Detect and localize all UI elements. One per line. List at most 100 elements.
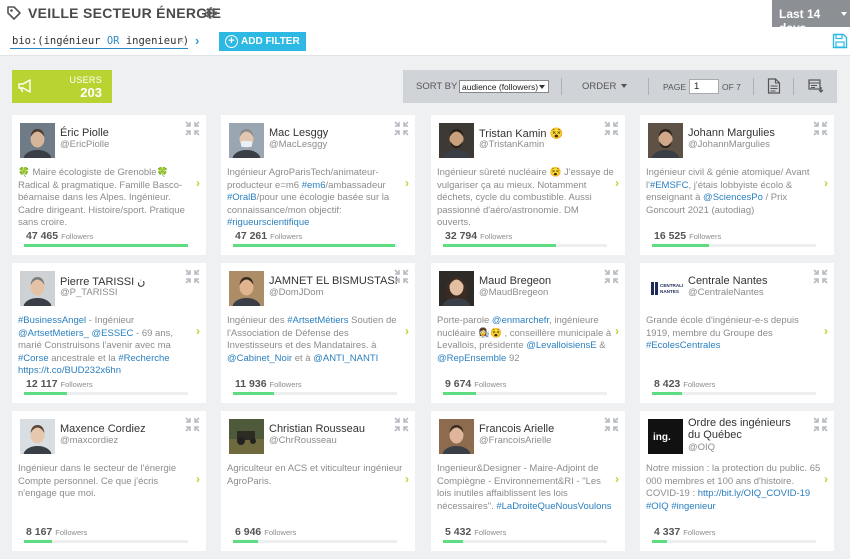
add-filter-button[interactable]: + ADD FILTER xyxy=(219,32,306,51)
bio-link[interactable]: #ArtsetMétiers xyxy=(287,315,348,326)
bio-link[interactable]: @RepEnsemble xyxy=(437,353,506,364)
bio-link[interactable]: #rigueurscientifique xyxy=(227,217,309,228)
chevron-right-icon[interactable]: › xyxy=(405,324,409,338)
bio-link[interactable]: #BusinessAngel xyxy=(18,315,86,326)
avatar[interactable] xyxy=(229,271,264,306)
user-handle[interactable]: @maxcordiez xyxy=(60,435,118,446)
expand-icon[interactable] xyxy=(394,417,409,432)
bio-link[interactable]: #OIQ xyxy=(646,501,669,512)
sort-select[interactable]: audience (followers) xyxy=(459,80,549,93)
run-search-icon[interactable]: › xyxy=(195,33,199,48)
bio-link[interactable]: #em6 xyxy=(302,180,326,191)
expand-icon[interactable] xyxy=(185,417,200,432)
user-name[interactable]: Francois Arielle xyxy=(479,423,554,435)
bio-link[interactable]: @enmarchefr xyxy=(492,315,549,326)
bio-link[interactable]: @SciencesPo xyxy=(703,192,763,203)
user-card[interactable]: Pierre TARISSI ن @P_TARISSI #BusinessAngel… xyxy=(12,263,206,403)
chevron-right-icon[interactable]: › xyxy=(824,176,828,190)
avatar[interactable] xyxy=(229,419,264,454)
user-card[interactable]: ing. Ordre des ingénieurs du Québec @OIQ No… xyxy=(640,411,834,551)
download-icon[interactable] xyxy=(808,78,824,94)
expand-icon[interactable] xyxy=(604,417,619,432)
user-card[interactable]: JAMNET EL BISMUSTASI @DomJDom Ingénieur de… xyxy=(221,263,415,403)
chevron-right-icon[interactable]: › xyxy=(615,176,619,190)
export-icon[interactable] xyxy=(767,78,781,94)
bio-link[interactable]: #EMSFC xyxy=(650,180,689,191)
avatar[interactable] xyxy=(229,123,264,158)
user-card[interactable]: CENTRALE NANTES Centrale Nantes @CentraleNa… xyxy=(640,263,834,403)
user-handle[interactable]: @DomJDom xyxy=(269,287,324,298)
user-name[interactable]: Mac Lesggy xyxy=(269,127,328,139)
user-handle[interactable]: @TristanKamin xyxy=(479,139,544,150)
avatar[interactable] xyxy=(648,123,683,158)
expand-icon[interactable] xyxy=(394,269,409,284)
chevron-right-icon[interactable]: › xyxy=(824,324,828,338)
bio-link[interactable]: @Cabinet_Noir xyxy=(227,353,292,364)
avatar[interactable] xyxy=(439,123,474,158)
user-name[interactable]: Johann Margulies xyxy=(688,127,775,139)
order-dropdown[interactable]: ORDER xyxy=(582,81,616,92)
user-name[interactable]: Maxence Cordiez xyxy=(60,423,146,435)
bio-link[interactable]: @LevalloisiensE xyxy=(526,340,596,351)
chevron-right-icon[interactable]: › xyxy=(196,472,200,486)
bio-link[interactable]: #ingenieur xyxy=(671,501,715,512)
clear-search-icon[interactable]: × xyxy=(178,35,184,47)
bio-link[interactable]: #Corse xyxy=(18,353,49,364)
expand-icon[interactable] xyxy=(185,121,200,136)
avatar[interactable]: CENTRALENANTES xyxy=(648,271,683,306)
bio-link[interactable]: #Recherche xyxy=(118,353,169,364)
chevron-right-icon[interactable]: › xyxy=(615,472,619,486)
user-card[interactable]: Maud Bregeon @MaudBregeon Porte-parole @en… xyxy=(431,263,625,403)
user-handle[interactable]: @ChrRousseau xyxy=(269,435,337,446)
user-card[interactable]: Francois Arielle @FrancoisArielle Ingenieu… xyxy=(431,411,625,551)
avatar[interactable] xyxy=(439,271,474,306)
save-icon[interactable] xyxy=(832,33,848,49)
expand-icon[interactable] xyxy=(604,269,619,284)
chevron-right-icon[interactable]: › xyxy=(405,176,409,190)
date-range-dropdown[interactable]: Last 14 days xyxy=(772,0,850,35)
user-name[interactable]: Centrale Nantes xyxy=(688,275,768,287)
bio-link[interactable]: #OralB xyxy=(227,192,257,203)
user-card[interactable]: Mac Lesggy @MacLesggy Ingénieur AgroParisT… xyxy=(221,115,415,255)
avatar[interactable] xyxy=(20,271,55,306)
user-name[interactable]: Ordre des ingénieurs du Québec xyxy=(688,417,800,441)
expand-icon[interactable] xyxy=(813,121,828,136)
chevron-right-icon[interactable]: › xyxy=(405,472,409,486)
expand-icon[interactable] xyxy=(394,121,409,136)
expand-icon[interactable] xyxy=(185,269,200,284)
user-card[interactable]: Tristan Kamin 😵 @TristanKamin Ingénieur sû… xyxy=(431,115,625,255)
bio-link[interactable]: @ANTI_NANTI xyxy=(313,353,378,364)
gear-icon[interactable] xyxy=(203,5,219,21)
user-name[interactable]: JAMNET EL BISMUSTASI xyxy=(269,275,398,287)
bio-link[interactable]: @ESSEC xyxy=(92,328,134,339)
chevron-right-icon[interactable]: › xyxy=(615,324,619,338)
expand-icon[interactable] xyxy=(813,417,828,432)
bio-link[interactable]: https://t.co/BUD232x6hn xyxy=(18,365,121,376)
user-name[interactable]: Maud Bregeon xyxy=(479,275,551,287)
avatar[interactable] xyxy=(20,123,55,158)
user-handle[interactable]: @MaudBregeon xyxy=(479,287,548,298)
chevron-right-icon[interactable]: › xyxy=(196,324,200,338)
page-input[interactable]: 1 xyxy=(689,79,719,94)
avatar[interactable] xyxy=(439,419,474,454)
user-name[interactable]: Éric Piolle xyxy=(60,127,109,139)
avatar[interactable] xyxy=(20,419,55,454)
user-handle[interactable]: @EricPiolle xyxy=(60,139,109,150)
chevron-right-icon[interactable]: › xyxy=(196,176,200,190)
bio-link[interactable]: @ArtsetMetiers_ xyxy=(18,328,89,339)
user-card[interactable]: Johann Margulies @JohannMargulies Ingénieu… xyxy=(640,115,834,255)
user-handle[interactable]: @FrancoisArielle xyxy=(479,435,551,446)
user-card[interactable]: Éric Piolle @EricPiolle 🍀 Maire écologiste… xyxy=(12,115,206,255)
bio-link[interactable]: #LaDroiteQueNousVoulons xyxy=(496,501,611,512)
user-handle[interactable]: @CentraleNantes xyxy=(688,287,764,298)
bio-link[interactable]: http://bit.ly/OIQ_COVID-19 xyxy=(698,488,810,499)
chevron-right-icon[interactable]: › xyxy=(824,472,828,486)
user-name[interactable]: Christian Rousseau xyxy=(269,423,365,435)
expand-icon[interactable] xyxy=(813,269,828,284)
avatar[interactable]: ing. xyxy=(648,419,683,454)
user-handle[interactable]: @MacLesggy xyxy=(269,139,327,150)
user-handle[interactable]: @P_TARISSI xyxy=(60,287,118,298)
user-card[interactable]: Christian Rousseau @ChrRousseau Agriculteu… xyxy=(221,411,415,551)
user-handle[interactable]: @OIQ xyxy=(688,442,715,453)
user-card[interactable]: Maxence Cordiez @maxcordiez Ingénieur dans… xyxy=(12,411,206,551)
